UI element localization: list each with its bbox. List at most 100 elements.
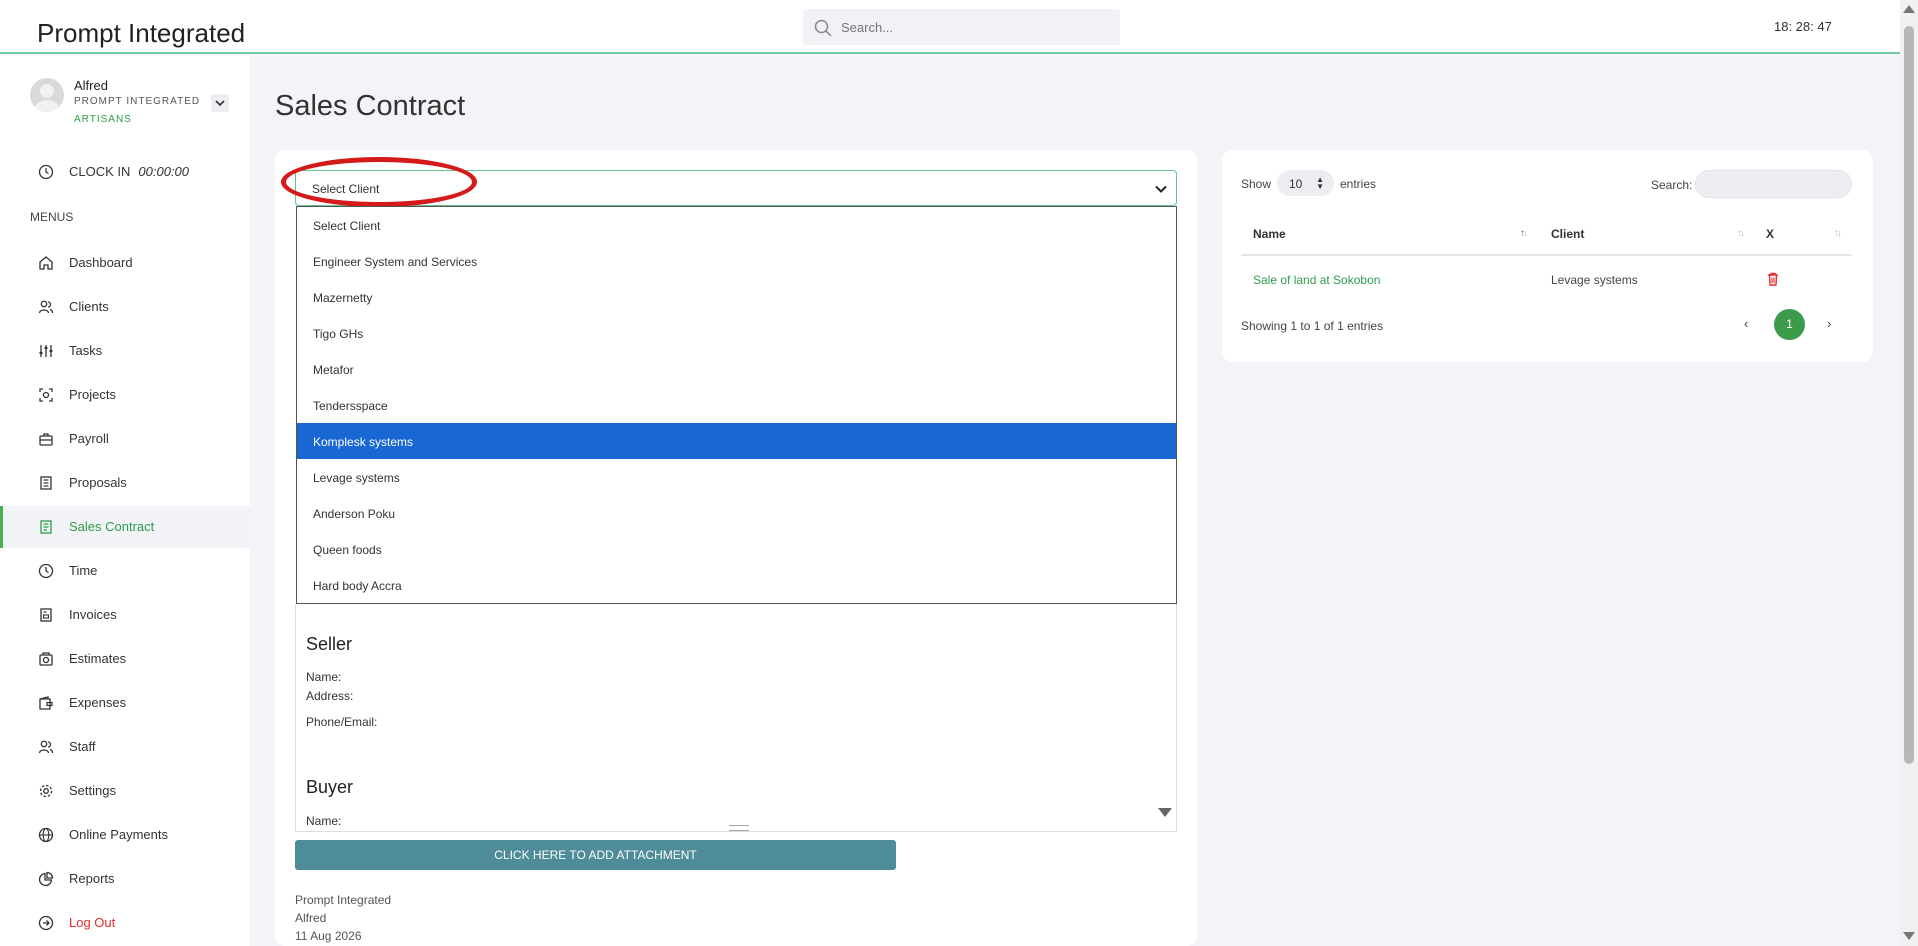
globe-icon: [38, 827, 54, 843]
table-search-input[interactable]: [1695, 170, 1852, 198]
sidebar-item-tasks[interactable]: Tasks: [0, 330, 250, 372]
footer-date: 11 Aug 2026: [295, 929, 362, 943]
dropdown-option[interactable]: Mazernetty: [297, 279, 1176, 315]
sidebar-item-label: Time: [69, 563, 98, 578]
search-icon: [814, 19, 832, 37]
dropdown-option[interactable]: Levage systems: [297, 459, 1176, 495]
sidebar-item-label: Log Out: [69, 915, 116, 930]
avatar: [30, 78, 64, 112]
top-bar: Prompt Integrated 18: 28: 47: [0, 0, 1900, 54]
contract-editor[interactable]: Seller Name: Address: Phone/Email: Buyer…: [295, 604, 1177, 832]
user-menu-toggle[interactable]: [211, 94, 229, 112]
show-label: Show: [1241, 177, 1272, 191]
sidebar-item-label: Tasks: [69, 343, 103, 358]
chevron-down-icon: [215, 100, 225, 107]
dropdown-option[interactable]: Select Client: [297, 207, 1176, 243]
sidebar-item-label: Projects: [69, 387, 116, 402]
entries-value: 10: [1289, 177, 1303, 191]
sidebar-item-estimates[interactable]: Estimates: [0, 638, 250, 680]
sidebar-item-label: Invoices: [69, 607, 117, 622]
chevron-down-icon: [1155, 185, 1167, 193]
client-select-value: Select Client: [312, 182, 380, 196]
sidebar-item-proposals[interactable]: Proposals: [0, 462, 250, 504]
sidebar-item-settings[interactable]: Settings: [0, 770, 250, 812]
sidebar-item-label: Estimates: [69, 651, 127, 666]
client-select[interactable]: Select Client: [295, 170, 1177, 206]
pagination-current-page[interactable]: 1: [1774, 309, 1805, 340]
entries-label: entries: [1340, 177, 1377, 191]
sidebar-item-label: Sales Contract: [69, 519, 155, 534]
brand-title: Prompt Integrated: [37, 18, 246, 48]
editor-scroll-down-icon[interactable]: [1158, 808, 1172, 817]
sidebar-item-label: Dashboard: [69, 255, 133, 270]
scroll-up-arrow-icon[interactable]: [1903, 5, 1915, 13]
footer-user: Alfred: [295, 911, 327, 925]
sort-icon[interactable]: ↑↓: [1834, 228, 1842, 239]
sidebar: Alfred PROMPT INTEGRATED ARTISANS CLOCK …: [0, 56, 250, 946]
dropdown-option-highlighted[interactable]: Komplesk systems: [297, 423, 1176, 459]
sidebar-item-time[interactable]: Time: [0, 550, 250, 592]
column-header-name[interactable]: Name: [1253, 227, 1286, 241]
gear-icon: [39, 784, 53, 798]
users-icon: [38, 740, 54, 754]
page-title: Sales Contract: [275, 90, 466, 122]
add-attachment-button[interactable]: CLICK HERE TO ADD ATTACHMENT: [295, 840, 896, 870]
sidebar-item-logout[interactable]: Log Out: [0, 902, 250, 944]
search-input[interactable]: [841, 9, 1111, 45]
sidebar-item-projects[interactable]: Projects: [0, 374, 250, 416]
dropdown-option[interactable]: Hard body Accra: [297, 567, 1176, 603]
contract-name-link[interactable]: Sale of land at Sokobon: [1253, 273, 1380, 287]
sidebar-item-sales-contract[interactable]: Sales Contract: [0, 506, 250, 548]
dropdown-option[interactable]: Tigo GHs: [297, 315, 1176, 351]
wallet-icon: [39, 696, 53, 710]
editor-resize-handle[interactable]: [729, 825, 749, 831]
footer-company: Prompt Integrated: [295, 893, 392, 907]
scroll-thumb[interactable]: [1904, 26, 1914, 764]
pagination-next[interactable]: ›: [1827, 316, 1831, 331]
sidebar-item-online-payments[interactable]: Online Payments: [0, 814, 250, 856]
dropdown-option[interactable]: Tendersspace: [297, 387, 1176, 423]
sliders-icon: [39, 345, 53, 357]
user-org: PROMPT INTEGRATED: [74, 96, 201, 107]
column-header-client[interactable]: Client: [1551, 227, 1584, 241]
sort-icon[interactable]: ↑↓: [1737, 228, 1745, 239]
column-header-delete[interactable]: X: [1766, 227, 1774, 241]
dropdown-option[interactable]: Engineer System and Services: [297, 243, 1176, 279]
sidebar-item-expenses[interactable]: Expenses: [0, 682, 250, 724]
header-clock: 18: 28: 47: [1774, 19, 1832, 34]
buyer-heading: Buyer: [306, 777, 354, 797]
estimate-icon: [39, 652, 53, 666]
logout-icon: [38, 915, 54, 931]
client-dropdown-list[interactable]: Select Client Engineer System and Servic…: [296, 206, 1177, 604]
sidebar-item-label: Settings: [69, 783, 116, 798]
sidebar-item-invoices[interactable]: Invoices: [0, 594, 250, 636]
page-scrollbar[interactable]: [1900, 0, 1918, 946]
clock-icon: [38, 164, 54, 180]
sidebar-item-label: Expenses: [69, 695, 127, 710]
sidebar-item-payroll[interactable]: Payroll: [0, 418, 250, 460]
dropdown-option[interactable]: Anderson Poku: [297, 495, 1176, 531]
users-icon: [38, 300, 54, 314]
document-icon: [40, 476, 52, 490]
sidebar-item-reports[interactable]: Reports: [0, 858, 250, 900]
projects-icon: [39, 388, 53, 402]
buyer-name-line: Name:: [306, 814, 342, 828]
entries-per-page-select[interactable]: 10 ▲ ▼: [1277, 170, 1334, 196]
dropdown-option[interactable]: Queen foods: [297, 531, 1176, 567]
sidebar-item-clients[interactable]: Clients: [0, 286, 250, 328]
scroll-down-arrow-icon[interactable]: [1903, 932, 1915, 940]
global-search[interactable]: [803, 9, 1120, 45]
user-role: ARTISANS: [74, 114, 132, 125]
trash-icon[interactable]: [1767, 272, 1779, 286]
seller-address-line: Address:: [306, 689, 354, 703]
sidebar-item-staff[interactable]: Staff: [0, 726, 250, 768]
sidebar-item-dashboard[interactable]: Dashboard: [0, 242, 250, 284]
clock-in-button[interactable]: CLOCK IN 00:00:00: [38, 164, 189, 180]
sort-icon[interactable]: ↑↓: [1520, 228, 1528, 239]
pagination-prev[interactable]: ‹: [1744, 316, 1748, 331]
home-icon: [39, 256, 53, 270]
sidebar-item-label: Payroll: [69, 431, 109, 446]
pie-chart-icon: [38, 871, 54, 887]
briefcase-icon: [39, 433, 53, 446]
dropdown-option[interactable]: Metafor: [297, 351, 1176, 387]
